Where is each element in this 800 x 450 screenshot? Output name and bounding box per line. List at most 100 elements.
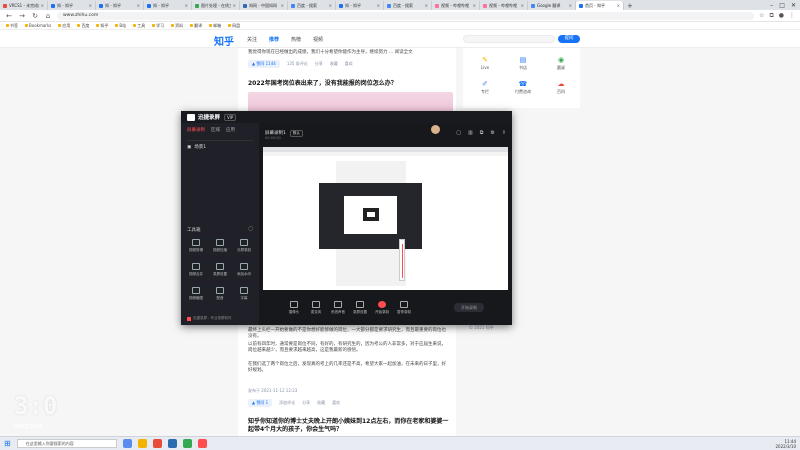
recorder-control[interactable]: 麦克风 bbox=[307, 301, 325, 315]
upvote-button[interactable]: ▲ 赞同 1144 bbox=[248, 60, 280, 68]
scene-tag[interactable]: 默认 bbox=[289, 129, 303, 137]
close-tab-icon[interactable]: ✕ bbox=[233, 3, 236, 8]
start-record-button[interactable]: 开始录制 bbox=[454, 303, 484, 312]
recorder-control[interactable]: 开始录制 bbox=[373, 301, 391, 315]
share-button[interactable]: 分享 bbox=[302, 400, 310, 406]
browser-tab[interactable]: Google 翻译 ✕ bbox=[528, 1, 576, 10]
nav-tab[interactable]: 热榜 bbox=[291, 36, 301, 43]
windows-start-icon[interactable]: ⊞ bbox=[4, 439, 11, 448]
nav-tab[interactable]: 关注 bbox=[247, 36, 257, 43]
settings-icon[interactable]: ⚙ bbox=[490, 130, 494, 136]
recorder-taskbar-icon[interactable] bbox=[197, 439, 207, 448]
recorder-control[interactable]: 暂停录制 bbox=[395, 301, 413, 315]
taskbar-clock[interactable]: 11:44 2022/3/10 bbox=[775, 439, 796, 449]
taskbar-search-input[interactable]: 在这里输入你要搜索的内容 bbox=[16, 439, 117, 448]
tool-item[interactable]: 分屏录制 bbox=[233, 239, 255, 253]
close-icon[interactable]: ✕ bbox=[791, 2, 796, 9]
bookmark-item[interactable]: 学习 bbox=[152, 23, 164, 29]
nav-tab[interactable]: 视频 bbox=[313, 36, 323, 43]
comments-button[interactable]: 添加评论 bbox=[279, 400, 295, 406]
task-view-icon[interactable] bbox=[122, 439, 132, 448]
browser-tab[interactable]: 知 - 知乎 ✕ bbox=[48, 1, 96, 10]
tool-item[interactable]: 视频截图 bbox=[185, 287, 207, 301]
reload-icon[interactable]: ↻ bbox=[31, 12, 39, 20]
browser-tab[interactable]: 百度 - 搜索 ✕ bbox=[384, 1, 432, 10]
chrome-icon[interactable] bbox=[152, 439, 162, 448]
minimize-icon[interactable]: – bbox=[770, 2, 773, 9]
like-button[interactable]: 喜欢 bbox=[332, 400, 340, 406]
bookmark-item[interactable]: 知乎 bbox=[96, 23, 108, 29]
star-icon[interactable]: ☆ bbox=[759, 12, 764, 20]
bookmark-item[interactable]: 百度 bbox=[77, 23, 89, 29]
bookmark-item[interactable]: 邮箱 bbox=[209, 23, 221, 29]
share-button[interactable]: 分享 bbox=[315, 61, 323, 67]
bookmark-item[interactable]: 应用 bbox=[58, 23, 70, 29]
close-tab-icon[interactable]: ✕ bbox=[41, 3, 44, 8]
app-icon[interactable] bbox=[182, 439, 192, 448]
extensions-icon[interactable]: ⧉ bbox=[769, 12, 773, 20]
tool-item[interactable]: 配音 bbox=[209, 287, 231, 301]
favorite-button[interactable]: 收藏 bbox=[330, 61, 338, 67]
recorder-mode-tab[interactable]: 屏幕录制 bbox=[187, 127, 205, 133]
sidebar-item[interactable]: ☁ 百科 bbox=[543, 80, 579, 95]
sidebar-item[interactable]: ☎ 付费咨询 bbox=[505, 80, 541, 95]
close-tab-icon[interactable]: ✕ bbox=[617, 3, 620, 8]
favorite-button[interactable]: 收藏 bbox=[317, 400, 325, 406]
url-input[interactable]: www.zhihu.com bbox=[57, 11, 755, 20]
home-icon[interactable]: ⌂ bbox=[44, 12, 52, 20]
nav-tab[interactable]: 推荐 bbox=[269, 36, 279, 43]
ask-button[interactable]: 提问 bbox=[558, 35, 580, 43]
sidebar-item[interactable]: ✎ Live bbox=[467, 56, 503, 70]
avatar[interactable] bbox=[431, 125, 440, 134]
bookmark-item[interactable]: 书签 bbox=[6, 23, 18, 29]
browser-tab[interactable]: 知 - 知乎 ✕ bbox=[96, 1, 144, 10]
menu-icon[interactable]: ⋮ bbox=[789, 12, 795, 20]
close-tab-icon[interactable]: ✕ bbox=[377, 3, 380, 8]
close-tab-icon[interactable]: ✕ bbox=[329, 3, 332, 8]
vip-badge[interactable]: VIP bbox=[224, 113, 237, 121]
close-tab-icon[interactable]: ✕ bbox=[89, 3, 92, 8]
recorder-mode-tab[interactable]: 应用 bbox=[226, 127, 235, 133]
tool-item[interactable]: 字幕 bbox=[233, 287, 255, 301]
close-tab-icon[interactable]: ✕ bbox=[137, 3, 140, 8]
question-title[interactable]: 2022年国考岗位表出来了，没有我能报的岗位怎么办？ bbox=[248, 80, 453, 88]
tool-item[interactable]: 录屏设置 bbox=[209, 263, 231, 277]
tool-item[interactable]: 视频压缩 bbox=[209, 239, 231, 253]
lock-icon[interactable]: ▢ bbox=[456, 130, 461, 136]
bookmark-item[interactable]: 资料 bbox=[171, 23, 183, 29]
close-tab-icon[interactable]: ✕ bbox=[569, 3, 572, 8]
recorder-mode-tab[interactable]: 区域 bbox=[211, 127, 220, 133]
profile-icon[interactable]: ● bbox=[779, 12, 784, 20]
close-tab-icon[interactable]: ✕ bbox=[521, 3, 524, 8]
bookmark-item[interactable]: 网盘 bbox=[228, 23, 240, 29]
back-icon[interactable]: ← bbox=[5, 12, 13, 20]
upvote-button[interactable]: ▲ 赞同 1 bbox=[248, 399, 273, 407]
sidebar-item[interactable]: ◉ 圆桌 bbox=[543, 56, 579, 71]
zhihu-logo[interactable]: 知乎 bbox=[214, 33, 234, 48]
browser-tab[interactable]: 图片处理 - 在线工具✕ bbox=[192, 1, 240, 10]
delete-icon[interactable]: ▥ bbox=[468, 130, 473, 136]
sidebar-footer-link[interactable]: © 2021 知乎 bbox=[469, 325, 494, 331]
scene-item[interactable]: ▣ 场景1 bbox=[187, 144, 206, 151]
browser-tab[interactable]: 知 - 知乎 ✕ bbox=[144, 1, 192, 10]
collapse-icon[interactable]: ○ bbox=[248, 225, 253, 232]
file-explorer-icon[interactable] bbox=[137, 439, 147, 448]
browser-tab[interactable]: 知网 - 中国知网 ✕ bbox=[240, 1, 288, 10]
tool-item[interactable]: 视频合并 bbox=[185, 263, 207, 277]
browser-tab[interactable]: 视频 - 哔哩哔哩 ✕ bbox=[432, 1, 480, 10]
share-icon[interactable]: ⇪ bbox=[502, 130, 506, 136]
app-icon[interactable] bbox=[167, 439, 177, 448]
forward-icon[interactable]: → bbox=[18, 12, 26, 20]
recorder-control[interactable]: 录屏设置 bbox=[351, 301, 369, 315]
like-button[interactable]: 喜欢 bbox=[345, 61, 353, 67]
new-tab-button[interactable]: + bbox=[624, 2, 636, 10]
bookmark-item[interactable]: 工具 bbox=[133, 23, 145, 29]
close-tab-icon[interactable]: ✕ bbox=[425, 3, 428, 8]
search-input[interactable] bbox=[463, 35, 555, 43]
recorder-control[interactable]: 系统声音 bbox=[329, 301, 347, 315]
close-tab-icon[interactable]: ✕ bbox=[185, 3, 188, 8]
bookmark-item[interactable]: 翻译 bbox=[190, 23, 202, 29]
copy-icon[interactable]: ⧉ bbox=[480, 130, 484, 136]
volume-slider[interactable] bbox=[399, 239, 405, 281]
browser-tab[interactable]: 知 - 知乎 ✕ bbox=[336, 1, 384, 10]
